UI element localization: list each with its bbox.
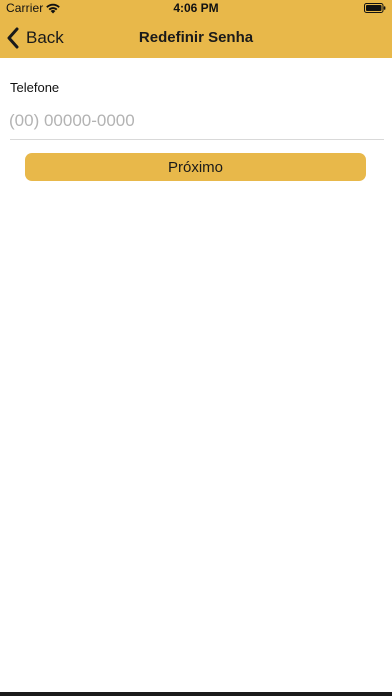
status-bar: Carrier 4:06 PM [0, 0, 392, 16]
navigation-bar: Back Redefinir Senha [0, 18, 392, 58]
next-button[interactable]: Próximo [25, 153, 366, 181]
bottom-edge-line [0, 692, 392, 696]
status-time: 4:06 PM [173, 1, 219, 15]
battery-icon [364, 3, 386, 13]
phone-input[interactable] [0, 106, 392, 136]
phone-label: Telefone [10, 80, 60, 95]
page-title: Redefinir Senha [138, 29, 254, 46]
reset-password-screen: Carrier 4:06 PM Back Redefinir Senha Tel… [0, 0, 392, 696]
phone-field-divider [10, 139, 384, 140]
top-bar: Carrier 4:06 PM Back Redefinir Senha [0, 0, 392, 58]
